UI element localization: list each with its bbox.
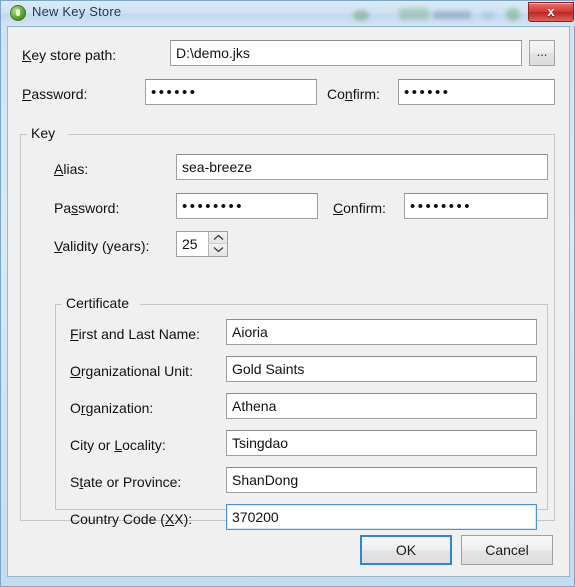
- keystore-password-input[interactable]: ••••••: [145, 79, 317, 105]
- dialog-body: Key store path: D:\demo.jks ... Password…: [7, 26, 570, 577]
- key-alias-input[interactable]: sea-breeze: [176, 154, 548, 180]
- validity-value[interactable]: 25: [177, 232, 208, 256]
- cert-state-label: State or Province:: [70, 474, 182, 490]
- ok-button[interactable]: OK: [360, 535, 452, 565]
- cert-org-unit-input[interactable]: Gold Saints: [226, 356, 537, 382]
- cert-org-unit-label: Organizational Unit:: [70, 363, 193, 379]
- window-title: New Key Store: [32, 4, 122, 19]
- glass-reflection-2: [399, 8, 429, 20]
- cert-country-label: Country Code (XX):: [70, 511, 193, 527]
- key-group-title: Key: [27, 125, 60, 141]
- glass-reflection-4: [482, 12, 494, 19]
- validity-spinner[interactable]: 25: [176, 231, 228, 257]
- cert-state-input[interactable]: ShanDong: [226, 467, 537, 493]
- keystore-password-label: Password:: [22, 86, 88, 102]
- dialog-window: New Key Store x Key store path: D:\demo.…: [0, 0, 575, 587]
- key-confirm-label: Confirm:: [333, 200, 386, 216]
- certificate-group: Certificate First and Last Name: Aioria …: [55, 295, 548, 530]
- keystore-path-label: Key store path:: [22, 47, 117, 63]
- cert-org-label: Organization:: [70, 400, 154, 416]
- keystore-icon: [10, 5, 26, 21]
- key-confirm-input[interactable]: ••••••••: [404, 193, 548, 219]
- cert-org-input[interactable]: Athena: [226, 393, 537, 419]
- keystore-confirm-input[interactable]: ••••••: [398, 79, 555, 105]
- browse-button[interactable]: ...: [529, 40, 555, 66]
- key-password-input[interactable]: ••••••••: [176, 193, 318, 219]
- certificate-group-title: Certificate: [62, 295, 134, 311]
- cert-country-input[interactable]: 370200: [226, 504, 537, 530]
- cert-city-label: City or Locality:: [70, 437, 166, 453]
- chevron-up-icon[interactable]: [208, 232, 227, 244]
- keystore-path-input[interactable]: D:\demo.jks: [170, 40, 522, 66]
- keystore-confirm-label: Confirm:: [327, 86, 380, 102]
- cert-name-label: First and Last Name:: [70, 326, 200, 342]
- key-validity-label: Validity (years):: [54, 238, 150, 254]
- cert-city-input[interactable]: Tsingdao: [226, 430, 537, 456]
- cancel-button[interactable]: Cancel: [461, 535, 553, 565]
- glass-reflection-5: [506, 8, 520, 21]
- key-password-label: Password:: [54, 200, 120, 216]
- glass-reflection-3: [433, 11, 471, 19]
- glass-reflection-1: [353, 10, 369, 21]
- close-icon[interactable]: x: [528, 2, 574, 22]
- title-bar[interactable]: New Key Store x: [1, 1, 575, 26]
- cert-name-input[interactable]: Aioria: [226, 319, 537, 345]
- key-alias-label: Alias:: [54, 161, 89, 177]
- chevron-down-icon[interactable]: [208, 244, 227, 256]
- key-group: Key Alias: sea-breeze Password: ••••••••…: [20, 125, 555, 530]
